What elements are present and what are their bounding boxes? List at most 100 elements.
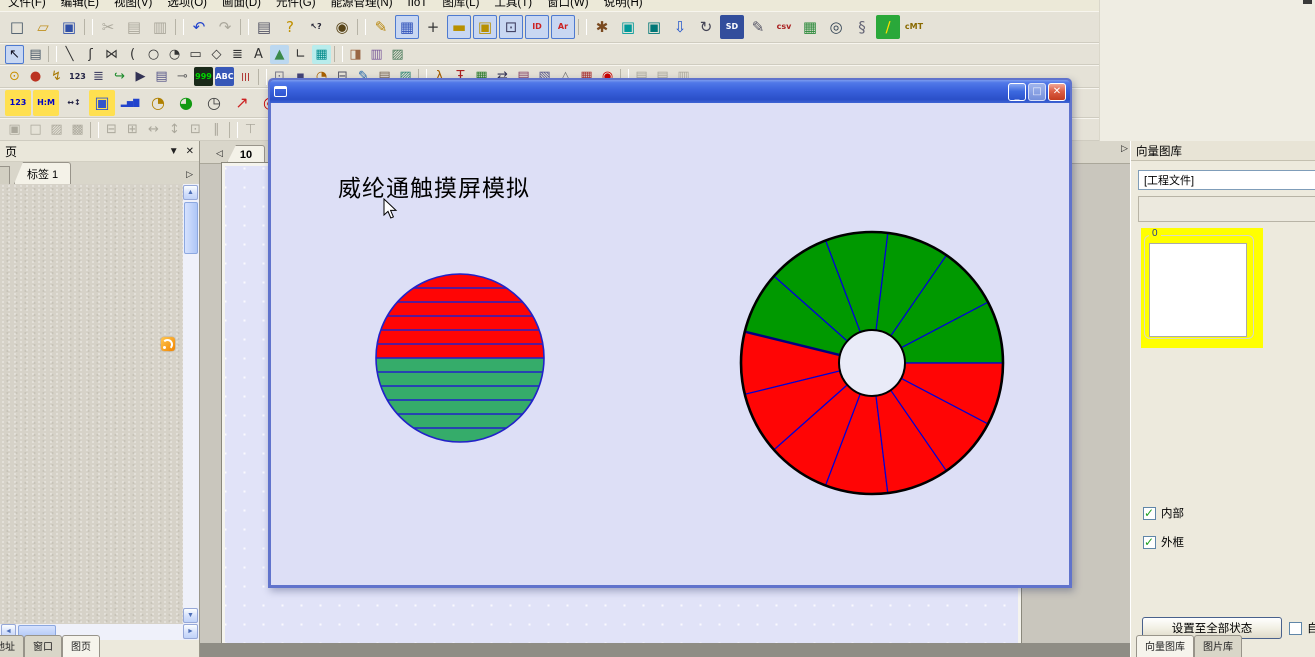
menu-item[interactable]: IIoT [408,0,428,11]
menu-item[interactable]: 编辑(E) [61,0,99,11]
cmt-viewer-icon[interactable]: cMT [902,15,926,39]
menu-item[interactable]: 窗口(W) [547,0,589,11]
ar-display-icon[interactable]: Ar [551,15,575,39]
door-exit-icon[interactable]: ◨ [346,45,365,64]
print-icon[interactable]: ▤ [252,15,276,39]
menu-item[interactable]: 图库(L) [442,0,479,11]
option-frame[interactable]: 外框 [1143,534,1184,550]
draw-text-icon[interactable]: A [249,45,268,64]
online-simulation-icon[interactable]: ▣ [616,15,640,39]
draw-circle-icon[interactable]: ○ [144,45,163,64]
context-help-icon[interactable]: ↖? [304,15,328,39]
group-icon[interactable]: ▣ [5,120,24,139]
shape-preview-cell[interactable]: 0 [1141,228,1263,348]
distribute-icon[interactable]: ∥ [207,120,226,139]
help-icon[interactable]: ? [278,15,302,39]
right-bottom-tab[interactable]: 图片库 [1194,635,1242,657]
trend-display-icon[interactable]: ↗ [229,90,255,116]
menu-item[interactable]: 工具(T) [494,0,532,11]
undo-icon[interactable]: ↶ [187,15,211,39]
paste-icon[interactable]: ▥ [148,15,172,39]
library-name-field[interactable] [1138,196,1315,222]
draw-corner-icon[interactable]: ∟ [291,45,310,64]
clipped-tab[interactable] [0,166,10,184]
minimize-button[interactable]: _ [1008,83,1026,101]
windows-stack-icon[interactable]: ▣ [473,15,497,39]
select-arrow-icon[interactable]: ↖ [5,45,24,64]
scroll-up-icon[interactable]: ▲ [183,185,198,200]
pass-through-icon[interactable]: ✎ [746,15,770,39]
redo-icon[interactable]: ↷ [213,15,237,39]
window-tree-body[interactable]: ▲ ▼ [0,184,199,624]
menu-item[interactable]: 文件(F) [8,0,46,11]
numeric-input-icon[interactable]: 999 [194,67,213,86]
multi-state-switch-icon[interactable]: ≣ [89,67,108,86]
ungroup-icon[interactable]: □ [26,120,45,139]
option-auto-partial[interactable]: 自 [1289,620,1315,636]
numeric-display-icon[interactable]: 123 [5,90,31,116]
close-button[interactable]: ✕ [1048,83,1066,101]
cyan-table-icon[interactable]: ▦ [312,45,331,64]
meter-display-icon[interactable]: ◔ [145,90,171,116]
user-key-icon[interactable]: ⊸ [173,67,192,86]
hatch-light-icon[interactable]: ▨ [47,120,66,139]
panel-collapse-icon[interactable]: ▼ [169,146,179,157]
left-bottom-tab[interactable]: 窗口 [24,635,62,657]
window-bar-icon[interactable]: ▬ [447,15,471,39]
change-screen-icon[interactable]: ↪ [110,67,129,86]
menu-item[interactable]: 能源管理(N) [331,0,393,11]
draw-bezier-icon[interactable]: ʃ [81,45,100,64]
set-word-icon[interactable]: 123 [68,67,87,86]
tab-label-1[interactable]: 标签 1 [14,162,71,184]
ascii-input-icon[interactable]: ABC [215,67,234,86]
clock-object-icon[interactable]: ◷ [201,90,227,116]
tab-window-10[interactable]: 10 [227,145,265,163]
cut-icon[interactable]: ✂ [96,15,120,39]
menu-item[interactable]: 视图(V) [114,0,152,11]
note-pad-icon[interactable]: ▤ [152,67,171,86]
library-select[interactable]: [工程文件] [1138,170,1315,190]
simulation-window[interactable]: _ □ ✕ 威纶通触摸屏模拟 [268,78,1072,588]
left-bottom-tab[interactable]: 地址 [0,635,24,657]
draw-polygon-icon[interactable]: ◇ [207,45,226,64]
csv-export-icon[interactable]: csv [772,15,796,39]
simulation-titlebar[interactable]: _ □ ✕ [270,80,1070,103]
function-key-icon[interactable]: ▶ [131,67,150,86]
find-address-icon[interactable]: ◉ [330,15,354,39]
open-folder-icon[interactable]: ▱ [31,15,55,39]
pie-display-icon[interactable]: ◕ [173,90,199,116]
barcode-icon[interactable]: ||| [236,67,255,86]
menu-item[interactable]: 画面(D) [222,0,261,11]
draw-rectangle-icon[interactable]: ▭ [186,45,205,64]
inner-checkbox[interactable] [1143,507,1156,520]
auto-checkbox[interactable] [1289,622,1302,635]
pin-bottom-icon[interactable]: ⊤ [241,120,260,139]
simulation-screen[interactable]: 威纶通触摸屏模拟 [271,103,1069,585]
offline-simulation-icon[interactable]: ▣ [642,15,666,39]
data-search-icon[interactable]: ◎ [824,15,848,39]
draw-scale-icon[interactable]: ≣ [228,45,247,64]
canvas-tab-scroll-left-icon[interactable]: ◁ [216,148,223,159]
copy-icon[interactable]: ▤ [122,15,146,39]
easy-access-icon[interactable]: ∕ [876,15,900,39]
compile-icon[interactable]: ✱ [590,15,614,39]
comment-icon[interactable]: ⊡ [499,15,523,39]
maximize-button[interactable]: □ [1028,83,1046,101]
usb-tool-icon[interactable]: § [850,15,874,39]
insert-picture-icon[interactable]: ▲ [270,45,289,64]
draw-arc-icon[interactable]: ( [123,45,142,64]
snap-origin-icon[interactable]: + [421,15,445,39]
vscroll-thumb[interactable] [184,202,198,254]
scroll-down-icon[interactable]: ▼ [183,608,198,623]
align-center-h-icon[interactable]: ⊞ [123,120,142,139]
id-display-icon[interactable]: ID [525,15,549,39]
draw-line-icon[interactable]: ╲ [60,45,79,64]
clock-display-icon[interactable]: H:M [33,90,59,116]
scroll-right-icon[interactable]: ► [183,624,198,639]
move-display-icon[interactable]: ↔↕ [61,90,87,116]
hatch-dark-icon[interactable]: ▩ [68,120,87,139]
pen-icon[interactable]: ✎ [369,15,393,39]
vertical-scrollbar[interactable]: ▲ ▼ [183,184,199,624]
word-lamp-icon[interactable]: ● [26,67,45,86]
save-file-icon[interactable]: ▣ [57,15,81,39]
